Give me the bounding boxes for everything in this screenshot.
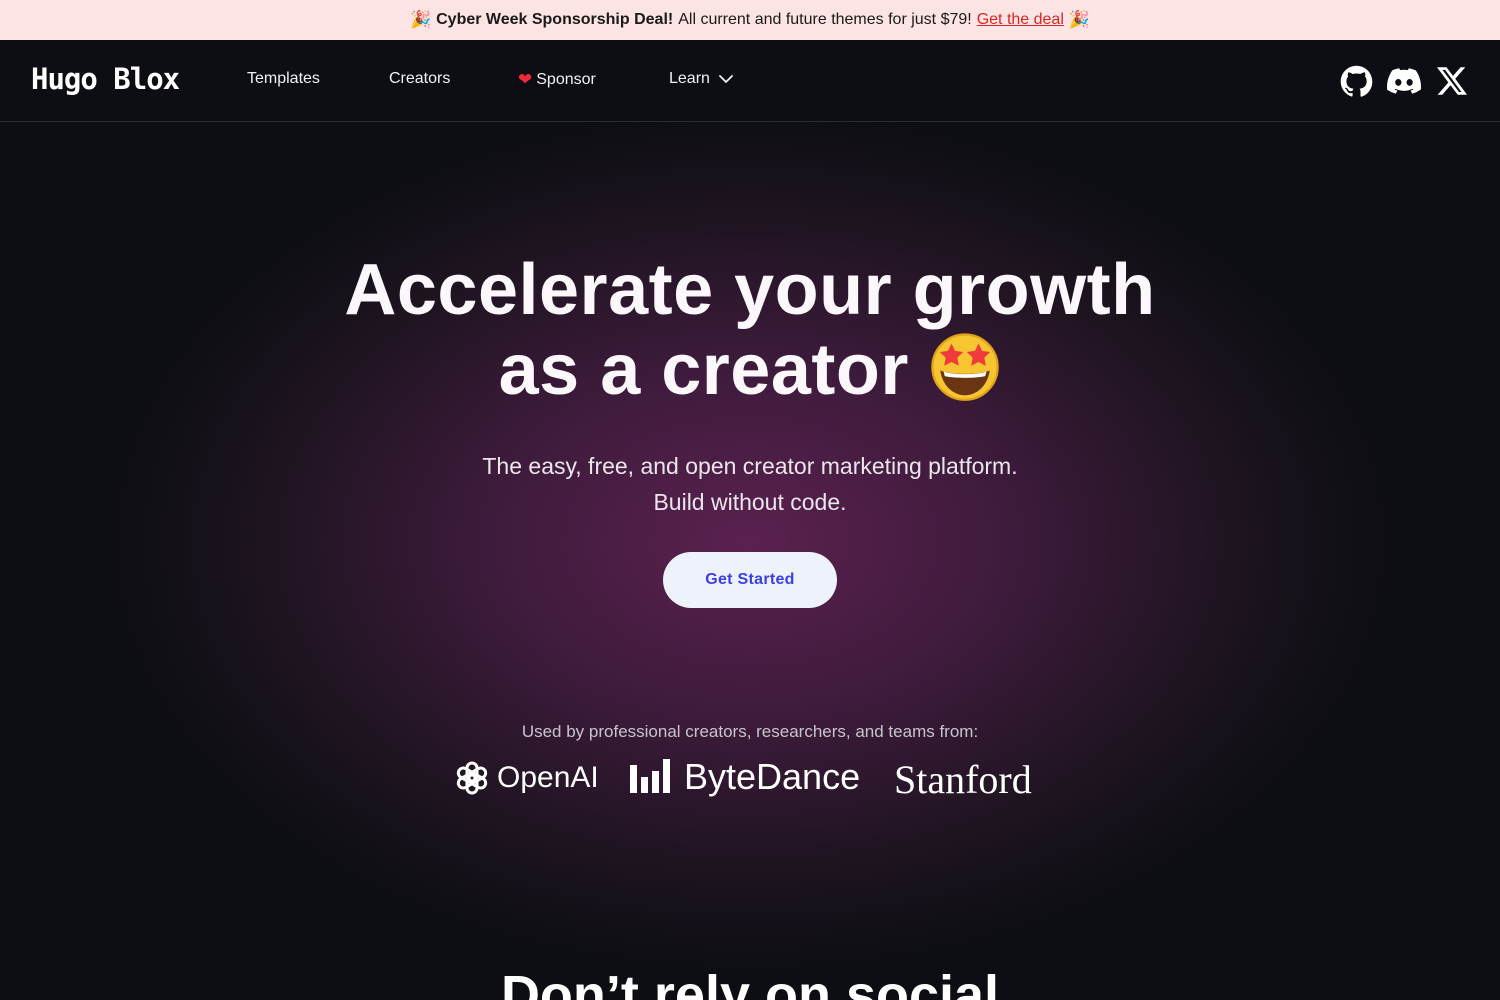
star-struck-emoji-icon bbox=[931, 333, 1000, 401]
hero-subtitle: The easy, free, and open creator marketi… bbox=[0, 448, 1500, 520]
discord-icon[interactable] bbox=[1387, 64, 1421, 98]
nav-creators-label: Creators bbox=[389, 70, 451, 87]
hero-section: Accelerate your growth as a creator The … bbox=[0, 122, 1500, 1000]
stanford-logo-text: Stanford bbox=[894, 757, 1032, 802]
hero-headline-line1: Accelerate your growth bbox=[344, 250, 1156, 330]
openai-logo-text: OpenAI bbox=[497, 761, 599, 794]
nav-learn-label: Learn bbox=[669, 70, 710, 87]
x-icon[interactable] bbox=[1435, 64, 1469, 98]
nav-sponsor[interactable]: ❤ Sponsor bbox=[518, 70, 596, 90]
next-section-heading: Don’t rely on social bbox=[500, 965, 1000, 1000]
hero-headline-line2: as a creator bbox=[498, 330, 909, 410]
site-logo[interactable]: Hugo Blox bbox=[31, 62, 180, 96]
heart-icon: ❤ bbox=[518, 70, 533, 89]
get-started-button[interactable]: Get Started bbox=[663, 552, 837, 608]
party-popper-icon: 🎉 bbox=[409, 10, 432, 29]
promo-banner: 🎉 Cyber Week Sponsorship Deal! All curre… bbox=[0, 0, 1500, 40]
promo-title: Cyber Week Sponsorship Deal! bbox=[436, 11, 674, 28]
github-icon[interactable] bbox=[1339, 64, 1373, 98]
nav-templates-label: Templates bbox=[247, 70, 320, 87]
openai-icon bbox=[456, 761, 488, 795]
openai-logo: OpenAI bbox=[452, 758, 599, 798]
stanford-logo: Stanford bbox=[894, 756, 1032, 803]
used-by-text: Used by professional creators, researche… bbox=[521, 722, 979, 741]
promo-text: All current and future themes for just $… bbox=[678, 11, 972, 28]
top-nav: Hugo Blox Templates Creators ❤ Sponsor L… bbox=[0, 40, 1500, 122]
nav-templates[interactable]: Templates bbox=[247, 70, 320, 88]
party-popper-icon: 🎉 bbox=[1068, 10, 1091, 29]
bytedance-logo: ByteDance bbox=[630, 756, 860, 798]
hero-subtitle-line1: The easy, free, and open creator marketi… bbox=[482, 453, 1018, 479]
nav-creators[interactable]: Creators bbox=[389, 70, 450, 88]
hero-headline: Accelerate your growth as a creator bbox=[0, 250, 1500, 410]
customer-logos: OpenAI ByteDance Stanford bbox=[0, 754, 1500, 804]
bytedance-logo-text: ByteDance bbox=[684, 756, 861, 797]
bytedance-icon bbox=[630, 759, 670, 793]
get-deal-link[interactable]: Get the deal bbox=[977, 11, 1064, 29]
hero-subtitle-line2: Build without code. bbox=[653, 489, 847, 515]
chevron-down-icon bbox=[719, 75, 733, 83]
nav-sponsor-label: Sponsor bbox=[536, 71, 596, 88]
nav-learn[interactable]: Learn bbox=[669, 70, 734, 88]
